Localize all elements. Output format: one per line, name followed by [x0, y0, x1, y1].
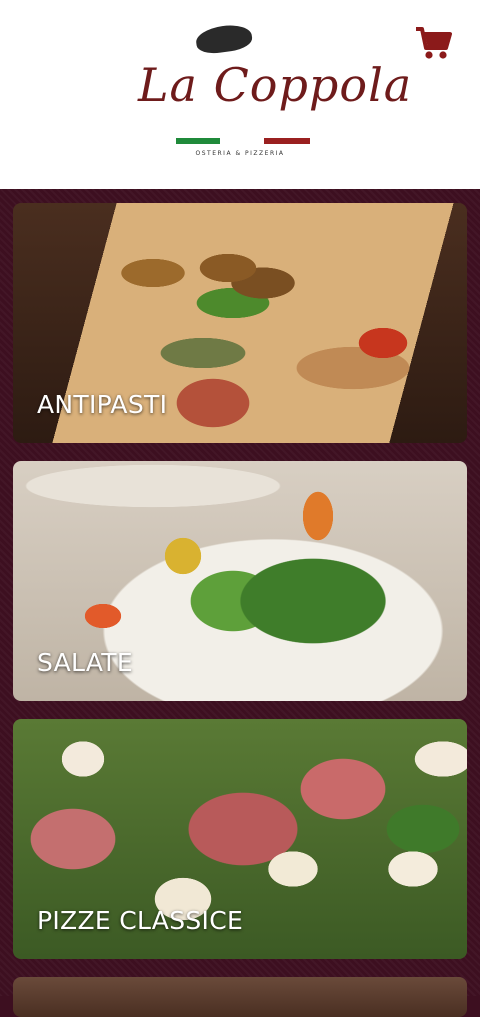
category-card-antipasti[interactable]: ANTIPASTI: [13, 203, 467, 443]
category-list: ANTIPASTI SALATE PIZZE CLASSICE: [0, 189, 480, 1017]
coppola-hat-graphic: [194, 22, 254, 56]
category-title: PIZZE CLASSICE: [37, 906, 244, 935]
brand-name: La Coppola: [138, 58, 413, 112]
category-title: SALATE: [37, 648, 133, 677]
category-card-pizze-classice[interactable]: PIZZE CLASSICE: [13, 719, 467, 959]
brand-subtitle: OSTERIA & PIZZERIA: [195, 150, 285, 157]
brand-logo[interactable]: La Coppola OSTERIA & PIZZERIA: [130, 20, 411, 170]
flag-green-stripe: [176, 138, 220, 144]
category-card-salate[interactable]: SALATE: [13, 461, 467, 701]
category-card-partial[interactable]: [13, 977, 467, 1017]
category-title: ANTIPASTI: [37, 390, 168, 419]
flag-red-stripe: [264, 138, 310, 144]
cart-button[interactable]: [414, 24, 454, 64]
shopping-cart-icon: [416, 27, 452, 59]
app-header: La Coppola OSTERIA & PIZZERIA: [0, 0, 480, 189]
